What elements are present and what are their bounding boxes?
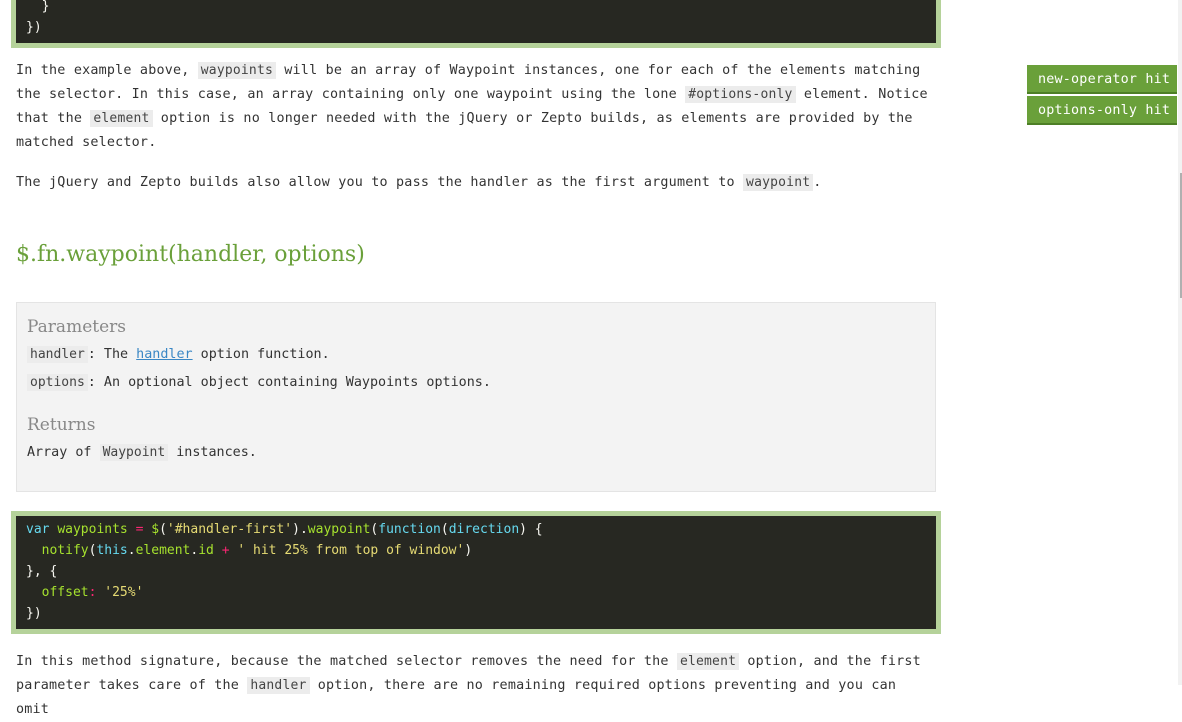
code-token: '#handler-first' [166, 522, 293, 537]
inline-code: waypoints [197, 62, 277, 79]
text: : An optional object containing Waypoint… [87, 375, 491, 390]
parameters-heading: Parameters [27, 317, 126, 337]
method-title: $.fn.waypoint(handler, options) [16, 242, 365, 267]
code-token: }, { [26, 564, 58, 579]
code-token: element [135, 543, 191, 558]
returns-value: Array of Waypoint instances. [27, 439, 925, 467]
code-token: this [96, 543, 128, 558]
notification-item: options-only hit [1027, 96, 1177, 125]
code-token: + [221, 543, 230, 558]
code-token: direction [448, 522, 520, 537]
param-handler: handler: The handler option function. [27, 341, 925, 369]
code-token: ( [159, 522, 167, 537]
inline-code: waypoint [743, 174, 814, 191]
code-block-handler: var waypoints = $('#handler-first').wayp… [11, 511, 941, 634]
code-line: }) [26, 20, 42, 35]
inline-code: element [90, 110, 153, 127]
code-token: }) [26, 606, 42, 621]
code-token: : [88, 585, 97, 600]
code-token: ( [440, 522, 449, 537]
code-handler: var waypoints = $('#handler-first').wayp… [16, 516, 936, 629]
code-token: id [198, 543, 214, 558]
returns-heading: Returns [27, 415, 96, 435]
inline-code: element [676, 653, 740, 670]
code-token: ' hit 25% from top of window' [237, 543, 465, 558]
text: The jQuery and Zepto builds also allow y… [16, 175, 744, 190]
code-token: var [26, 522, 50, 537]
code-token: $ [151, 522, 160, 537]
paragraph: In this method signature, because the ma… [16, 650, 928, 722]
paragraph: In the example above, waypoints will be … [16, 59, 928, 155]
parameters-box: Parameters handler: The handler option f… [16, 302, 936, 492]
param-name: handler [27, 346, 88, 363]
paragraph: The jQuery and Zepto builds also allow y… [16, 171, 928, 195]
code-token: ) { [519, 522, 543, 537]
waypoint-notifications: new-operator hit options-only hit [1027, 65, 1177, 127]
text: In this method signature, because the ma… [16, 654, 677, 669]
prose-signature: In this method signature, because the ma… [16, 650, 928, 722]
code-token: ) [464, 543, 473, 558]
code-token: waypoint [307, 522, 371, 537]
text: option function. [192, 347, 330, 362]
code-token: offset [41, 585, 89, 600]
code-token: . [299, 522, 308, 537]
text: instances. [168, 445, 257, 460]
code-token: = [135, 522, 144, 537]
code-token: waypoints [57, 522, 128, 537]
code-token: . [127, 543, 136, 558]
code-block-top: } }) [11, 0, 941, 48]
text: In the example above, [16, 63, 198, 78]
handler-link[interactable]: handler [136, 347, 192, 362]
code-token: '25%' [104, 585, 144, 600]
notification-item: new-operator hit [1027, 65, 1177, 94]
inline-code: #options-only [685, 86, 796, 103]
inline-code: handler [247, 677, 310, 694]
scrollbar-track[interactable] [1178, 0, 1182, 685]
param-name: options [27, 374, 88, 391]
code-top: } }) [16, 0, 936, 43]
text: Array of [27, 445, 100, 460]
code-token: notify [41, 543, 89, 558]
text: : The [87, 347, 137, 362]
text: . [813, 175, 822, 190]
code-token: ) [292, 522, 300, 537]
param-options: options: An optional object containing W… [27, 369, 925, 397]
prose-example: In the example above, waypoints will be … [16, 59, 928, 195]
code-token: function [378, 522, 441, 537]
inline-code: Waypoint [99, 444, 169, 461]
code-line: } [26, 0, 50, 14]
